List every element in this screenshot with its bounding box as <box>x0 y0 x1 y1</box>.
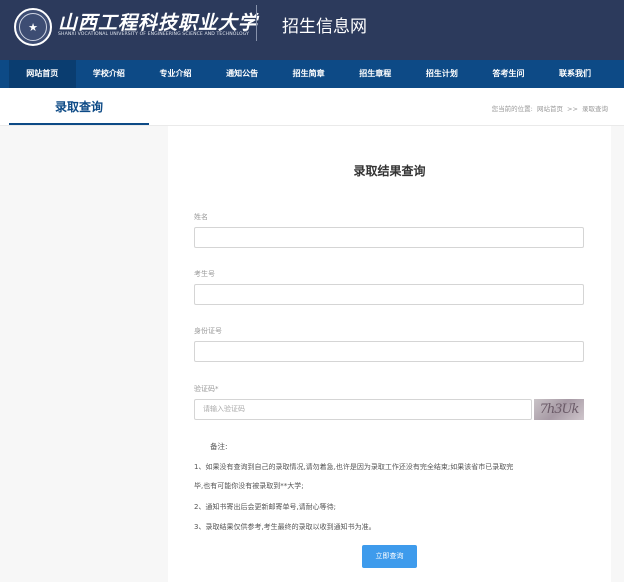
nav-item-home[interactable]: 网站首页 <box>9 60 76 88</box>
breadcrumb-current: 录取查询 <box>582 105 608 113</box>
main-nav: 网站首页 学校介绍 专业介绍 通知公告 招生简章 招生章程 招生计划 答考生问 … <box>0 60 624 88</box>
university-seal-icon[interactable]: ★ <box>14 8 52 46</box>
nav-item-plan[interactable]: 招生计划 <box>409 60 476 88</box>
name-label: 姓名 <box>194 213 208 221</box>
site-title: 招生信息网 <box>282 17 367 37</box>
nav-item-school-intro[interactable]: 学校介绍 <box>76 60 143 88</box>
university-name[interactable]: 山西工程科技职业大学 <box>58 8 258 35</box>
nav-item-major-intro[interactable]: 专业介绍 <box>142 60 209 88</box>
captcha-input[interactable]: 请输入验证码 <box>194 399 532 420</box>
nav-item-notices[interactable]: 通知公告 <box>209 60 276 88</box>
id-number-input[interactable] <box>194 341 584 362</box>
right-margin <box>611 126 624 582</box>
nav-item-regulations[interactable]: 招生章程 <box>342 60 409 88</box>
section-title: 录取查询 <box>9 88 149 125</box>
captcha-image[interactable]: 7h3Uk <box>534 399 584 420</box>
sub-header: 录取查询 您当前的位置: 网站首页 >> 录取查询 <box>0 88 624 126</box>
breadcrumb-separator: >> <box>567 105 578 113</box>
left-sidebar <box>0 126 168 582</box>
captcha-label: 验证码* <box>194 385 219 393</box>
exam-number-label: 考生号 <box>194 270 215 278</box>
name-input[interactable] <box>194 227 584 248</box>
nav-item-brochure[interactable]: 招生简章 <box>275 60 342 88</box>
nav-item-contact[interactable]: 联系我们 <box>542 60 609 88</box>
submit-query-button[interactable]: 立即查询 <box>362 545 417 568</box>
query-form-panel: 录取结果查询 姓名 考生号 身份证号 验证码* 请输入验证码 7h3Uk 备注:… <box>168 126 611 582</box>
breadcrumb-prefix: 您当前的位置: <box>491 105 533 113</box>
exam-number-input[interactable] <box>194 284 584 305</box>
note-line-3: 3、录取结果仅供参考,考生最终的录取以收到通知书为准。 <box>194 523 376 531</box>
breadcrumb-home-link[interactable]: 网站首页 <box>537 105 563 113</box>
note-line-1: 1、如果没有查询到自己的录取情况,请勿着急,也许是因为录取工作还没有完全结束;如… <box>194 463 514 471</box>
site-header: ★ 山西工程科技职业大学 SHANXI VOCATIONAL UNIVERSIT… <box>0 0 624 60</box>
note-line-1-cont: 毕,也有可能你没有被录取到**大学; <box>194 482 304 490</box>
form-title: 录取结果查询 <box>353 164 426 178</box>
nav-item-qa[interactable]: 答考生问 <box>475 60 542 88</box>
id-number-label: 身份证号 <box>194 327 222 335</box>
university-name-en: SHANXI VOCATIONAL UNIVERSITY OF ENGINEER… <box>58 32 250 37</box>
note-line-2: 2、通知书寄出后会更新邮寄单号,请耐心等待; <box>194 503 337 511</box>
header-divider <box>256 5 257 41</box>
notes-title: 备注: <box>210 442 228 451</box>
breadcrumb: 您当前的位置: 网站首页 >> 录取查询 <box>490 103 608 113</box>
